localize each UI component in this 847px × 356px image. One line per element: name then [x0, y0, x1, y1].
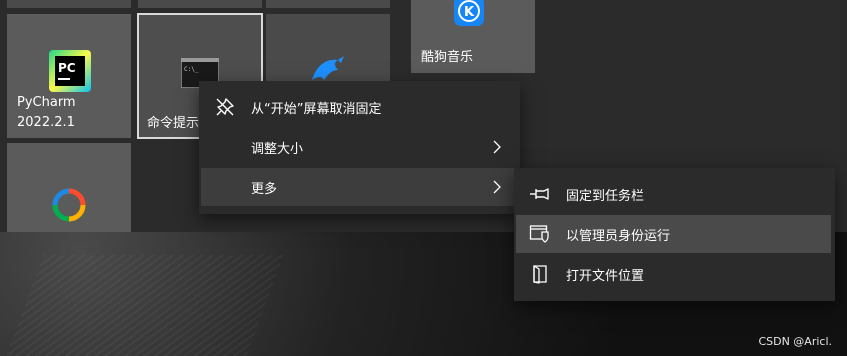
menu-item-label: 从“开始”屏幕取消固定	[251, 101, 382, 117]
pycharm-label-line1: PyCharm	[17, 95, 76, 110]
shield-window-icon	[528, 222, 552, 246]
menu-item-label: 固定到任务栏	[566, 188, 645, 204]
kugou-label: 酷狗音乐	[421, 50, 474, 65]
pycharm-label-line2: 2022.2.1	[17, 115, 75, 130]
tile-app-partial[interactable]	[266, 14, 390, 86]
pycharm-icon: PC	[49, 50, 91, 92]
cmd-label: 命令提示	[147, 116, 200, 131]
tile-app-bottom-left[interactable]	[7, 143, 131, 232]
menu-item-resize[interactable]: 调整大小	[199, 128, 520, 166]
tile-pycharm[interactable]: PC PyCharm 2022.2.1	[7, 14, 131, 138]
menu-item-run-as-admin[interactable]: 以管理员身份运行	[516, 215, 831, 253]
menu-item-unpin-from-start[interactable]: 从“开始”屏幕取消固定	[199, 88, 520, 126]
open-folder-icon	[528, 262, 552, 286]
svg-text:PC: PC	[58, 61, 76, 75]
tile-top-left-partial[interactable]	[7, 0, 131, 8]
more-submenu: 固定到任务栏 以管理员身份运行 打开文件位置	[514, 168, 835, 301]
menu-item-label: 以管理员身份运行	[566, 228, 671, 244]
multicolor-ring-icon	[52, 188, 86, 222]
menu-item-more[interactable]: 更多	[201, 168, 518, 206]
menu-item-pin-to-taskbar[interactable]: 固定到任务栏	[514, 175, 835, 213]
kugou-icon: K	[454, 0, 484, 26]
svg-text:C:\_: C:\_	[184, 66, 199, 73]
tile-kugou[interactable]: K 酷狗音乐	[411, 0, 535, 73]
watermark: CSDN @Aricl.	[758, 335, 832, 348]
pin-icon	[528, 182, 552, 206]
chevron-right-icon	[493, 140, 501, 154]
tile-top-mid-partial[interactable]	[138, 0, 262, 8]
tile-top-right-partial[interactable]	[266, 0, 390, 8]
menu-item-label: 更多	[251, 181, 278, 197]
menu-item-label: 打开文件位置	[566, 268, 645, 284]
wallpaper-grille	[6, 255, 284, 356]
menu-item-open-file-location[interactable]: 打开文件位置	[514, 255, 835, 293]
menu-item-label: 调整大小	[251, 141, 304, 157]
svg-text:K: K	[464, 5, 475, 20]
unpin-icon	[213, 95, 237, 119]
tile-context-menu: 从“开始”屏幕取消固定 调整大小 更多	[199, 81, 520, 214]
chevron-right-icon	[493, 180, 501, 194]
